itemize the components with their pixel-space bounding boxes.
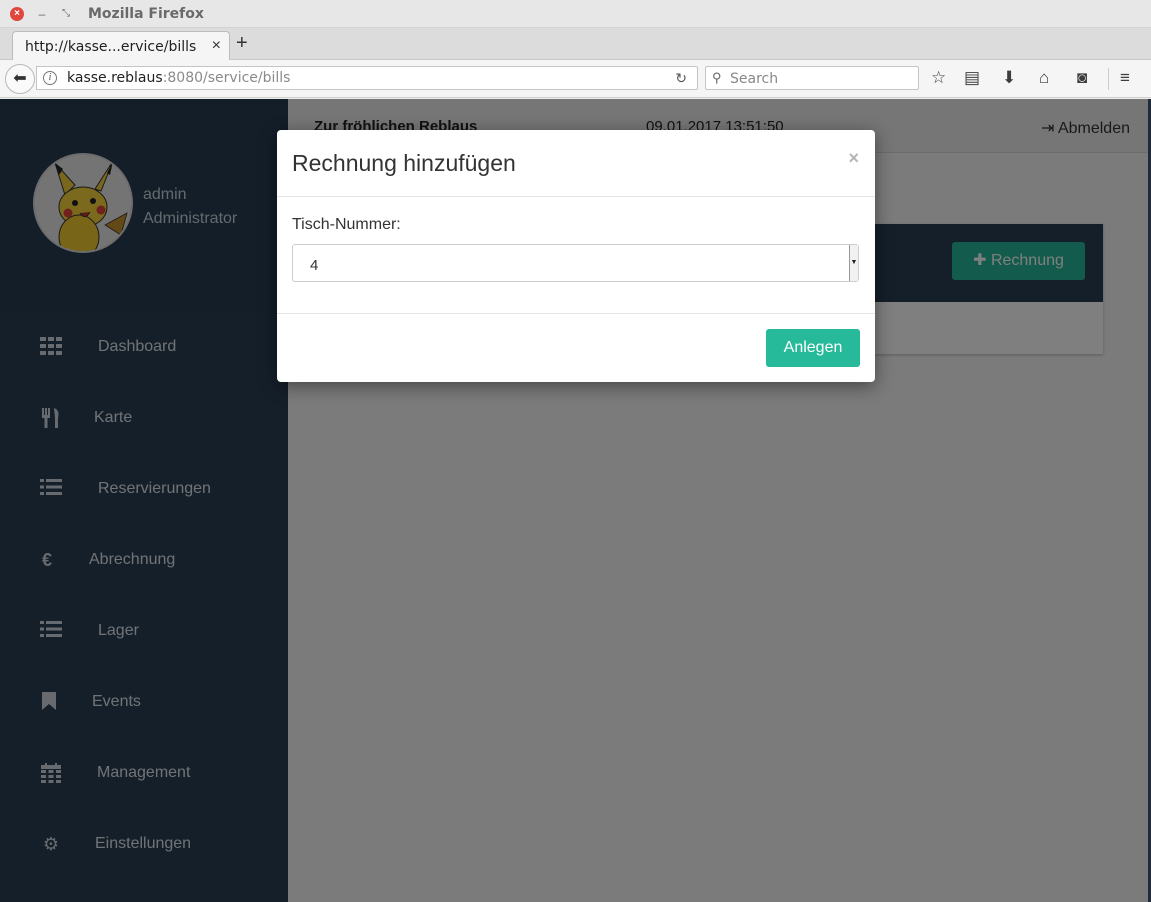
window-title: Mozilla Firefox bbox=[88, 6, 204, 22]
back-arrow-icon[interactable]: ⬅ bbox=[5, 64, 35, 94]
tab-bar: http://kasse...ervice/bills × + bbox=[0, 28, 1151, 61]
create-button[interactable]: Anlegen bbox=[766, 329, 860, 367]
modal-title: Rechnung hinzufügen bbox=[292, 150, 516, 176]
modal-footer: Anlegen bbox=[277, 313, 875, 382]
tab-title: http://kasse...ervice/bills bbox=[25, 39, 197, 55]
info-icon[interactable]: i bbox=[43, 71, 57, 85]
reload-icon[interactable]: ↻ bbox=[675, 70, 687, 87]
table-number-label: Tisch-Nummer: bbox=[292, 216, 401, 233]
new-tab-icon[interactable]: + bbox=[236, 32, 248, 55]
window-close-icon[interactable]: × bbox=[10, 7, 24, 21]
bookmark-star-icon[interactable]: ☆ bbox=[931, 68, 946, 88]
window-titlebar: × – ⤡ Mozilla Firefox bbox=[0, 0, 1151, 28]
url-bar[interactable]: i kasse.reblaus:8080/service/bills ↻ bbox=[36, 66, 698, 90]
search-icon: ⚲ bbox=[712, 70, 722, 85]
url-host: kasse.reblaus bbox=[67, 70, 163, 86]
reading-list-icon[interactable]: ▤ bbox=[964, 68, 980, 88]
add-bill-modal: Rechnung hinzufügen × Tisch-Nummer: 4 ▼ … bbox=[277, 130, 875, 382]
table-number-select[interactable]: 4 ▼ bbox=[292, 244, 859, 282]
search-input[interactable]: ⚲ Search bbox=[705, 66, 919, 90]
browser-tab[interactable]: http://kasse...ervice/bills × bbox=[12, 31, 230, 61]
download-icon[interactable]: ⬇ bbox=[1002, 68, 1016, 88]
hamburger-menu-icon[interactable]: ≡ bbox=[1120, 68, 1130, 88]
pocket-icon[interactable]: ◙ bbox=[1077, 68, 1087, 88]
url-text: kasse.reblaus:8080/service/bills bbox=[67, 70, 290, 86]
url-path: :8080/service/bills bbox=[162, 70, 291, 86]
home-icon[interactable]: ⌂ bbox=[1039, 68, 1049, 88]
toolbar-separator bbox=[1108, 68, 1109, 90]
window-minimize-icon[interactable]: – bbox=[35, 7, 49, 21]
search-placeholder: Search bbox=[730, 71, 779, 87]
modal-header: Rechnung hinzufügen × bbox=[277, 130, 875, 197]
table-number-value: 4 bbox=[310, 257, 319, 274]
chevron-down-icon[interactable]: ▼ bbox=[849, 245, 858, 281]
navigation-bar: ⬅ i kasse.reblaus:8080/service/bills ↻ ⚲… bbox=[0, 60, 1151, 98]
window-maximize-icon[interactable]: ⤡ bbox=[59, 7, 73, 21]
tab-close-icon[interactable]: × bbox=[212, 37, 221, 55]
close-icon[interactable]: × bbox=[848, 148, 859, 169]
